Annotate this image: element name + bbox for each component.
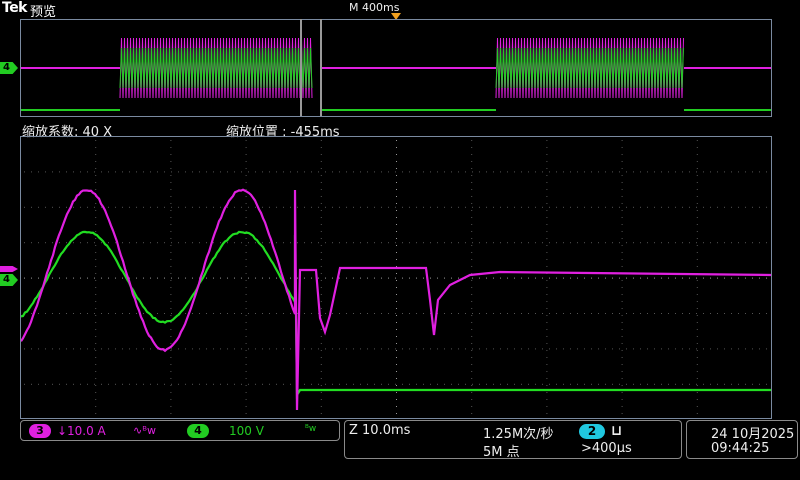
date-label: 24 10月2025 (711, 423, 794, 442)
record-length: 5M 点 (483, 441, 520, 460)
ch4-scale[interactable]: 100 V (229, 424, 264, 438)
zoom-window-bracket[interactable] (300, 19, 322, 116)
ch4-badge[interactable]: 4 (187, 424, 209, 438)
ch3-bandwidth-icon: ∿ᴮw (133, 424, 156, 437)
ch3-scale[interactable]: 10.0 A (67, 424, 106, 438)
main-graticule[interactable] (20, 136, 772, 419)
overview-ch4-burst (120, 48, 312, 88)
overview-traces (21, 38, 771, 110)
acquisition-panel[interactable]: Z 10.0ms 1.25M次/秒 5M 点 2 ⊔ >400µs (344, 420, 682, 459)
trigger-level: >400µs (581, 441, 632, 456)
sample-rate: 1.25M次/秒 (483, 423, 554, 442)
ch4-bandwidth-icon: ᴮw (305, 424, 316, 434)
trigger-source-badge[interactable]: 2 (579, 424, 605, 439)
time-label: 09:44:25 (711, 441, 769, 456)
ch3-coupling-icon: ↓ (57, 424, 67, 438)
trigger-edge-icon[interactable]: ⊔ (611, 423, 622, 439)
channel-status-bar[interactable]: 3 ↓ 10.0 A ∿ᴮw 4 100 V ᴮw (20, 420, 340, 441)
datetime-panel: 24 10月2025 09:44:25 (686, 420, 798, 459)
ch3-badge[interactable]: 3 (29, 424, 51, 438)
zoom-scale: Z 10.0ms (349, 423, 410, 438)
